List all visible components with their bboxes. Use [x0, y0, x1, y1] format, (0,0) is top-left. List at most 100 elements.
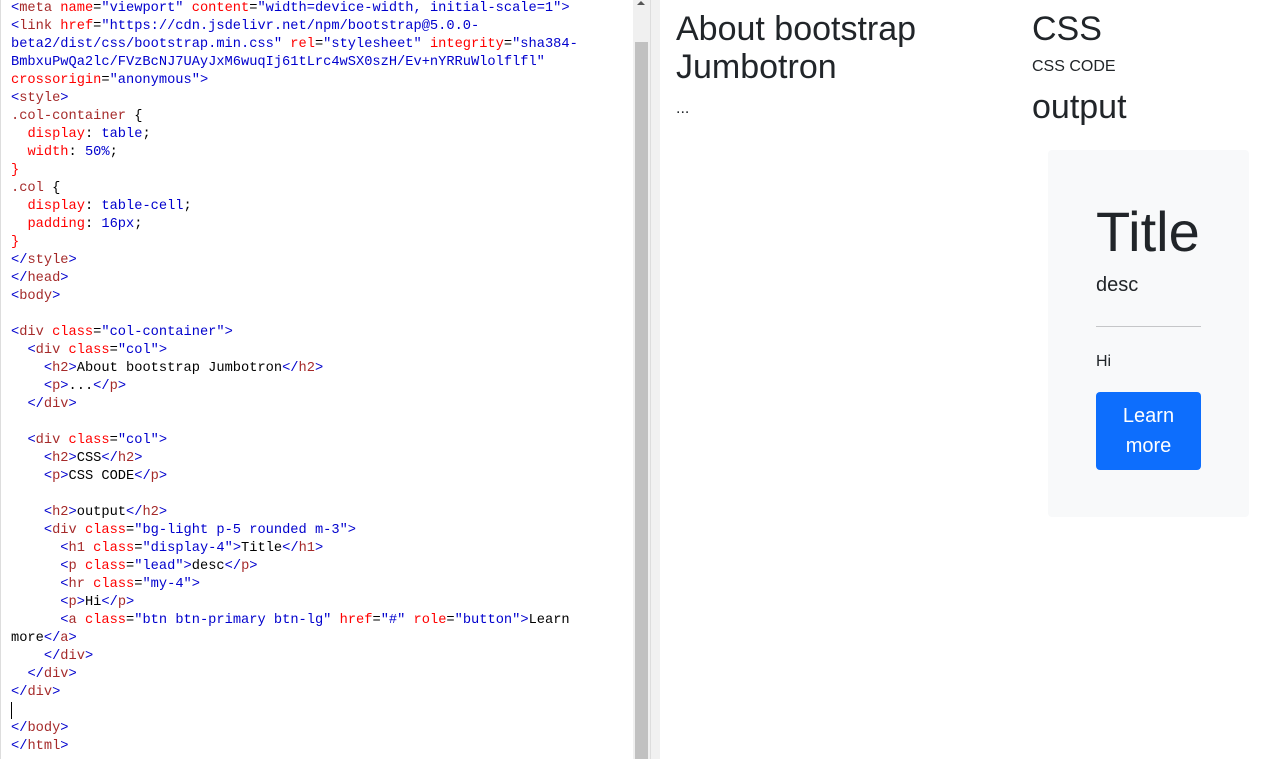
- learn-more-button[interactable]: Learn more: [1096, 392, 1201, 470]
- code-line[interactable]: .col-container {: [11, 108, 578, 126]
- code-line[interactable]: <h2>CSS</h2>: [11, 450, 578, 468]
- code-line[interactable]: <p class="lead">desc</p>: [11, 558, 578, 576]
- code-token: "#": [380, 613, 414, 628]
- code-line[interactable]: <style>: [11, 90, 578, 108]
- code-line[interactable]: [11, 702, 578, 720]
- code-line[interactable]: beta2/dist/css/bootstrap.min.css" rel="s…: [11, 36, 578, 54]
- code-line[interactable]: <meta name="viewport" content="width=dev…: [11, 0, 578, 18]
- code-line[interactable]: <h2>output</h2>: [11, 504, 578, 522]
- code-line[interactable]: </div>: [11, 396, 578, 414]
- code-line[interactable]: more</a>: [11, 630, 578, 648]
- code-line[interactable]: [11, 306, 578, 324]
- css-code-text: CSS CODE: [1032, 58, 1116, 75]
- code-token: div: [52, 523, 85, 538]
- code-token: >: [314, 361, 324, 376]
- code-token: role: [413, 613, 447, 628]
- code-line[interactable]: <p>Hi</p>: [11, 594, 578, 612]
- css-heading: CSS: [1032, 10, 1102, 48]
- text-cursor: [11, 702, 12, 719]
- code-line[interactable]: <div class="col-container">: [11, 324, 578, 342]
- code-line[interactable]: </div>: [11, 666, 578, 684]
- code-token: BmbxuPwQa2lc/FVzBcNJ7UAyJxM6wuqIj61tLrc4…: [11, 55, 545, 70]
- code-token: "stylesheet": [323, 37, 430, 52]
- code-token: div: [43, 667, 69, 682]
- code-token: style: [19, 91, 61, 106]
- code-token: >: [199, 73, 209, 88]
- code-line[interactable]: <body>: [11, 288, 578, 306]
- scrollbar-thumb[interactable]: [635, 42, 648, 759]
- code-line[interactable]: display: table-cell;: [11, 198, 578, 216]
- code-line[interactable]: <h2>About bootstrap Jumbotron</h2>: [11, 360, 578, 378]
- code-line[interactable]: </body>: [11, 720, 578, 738]
- code-editor[interactable]: <meta name="viewport" content="width=dev…: [0, 0, 634, 759]
- code-token: </: [101, 451, 118, 466]
- code-line[interactable]: <p>...</p>: [11, 378, 578, 396]
- code-line[interactable]: <div class="bg-light p-5 rounded m-3">: [11, 522, 578, 540]
- code-token: .col-container: [11, 109, 135, 124]
- code-line[interactable]: .col {: [11, 180, 578, 198]
- code-line[interactable]: <p>CSS CODE</p>: [11, 468, 578, 486]
- code-line[interactable]: [11, 414, 578, 432]
- code-line[interactable]: padding: 16px;: [11, 216, 578, 234]
- code-line[interactable]: </div>: [11, 684, 578, 702]
- code-line[interactable]: display: table;: [11, 126, 578, 144]
- code-line[interactable]: <div class="col">: [11, 342, 578, 360]
- code-token: p: [150, 469, 159, 484]
- code-token: >: [158, 433, 168, 448]
- code-token: div: [19, 325, 53, 340]
- code-token: "width=device-width, initial-scale=1": [257, 1, 562, 16]
- code-line[interactable]: </style>: [11, 252, 578, 270]
- code-token: class: [84, 559, 127, 574]
- horizontal-rule: [1096, 326, 1201, 327]
- code-line[interactable]: <hr class="my-4">: [11, 576, 578, 594]
- code-line[interactable]: </html>: [11, 738, 578, 756]
- code-token: href: [60, 19, 94, 34]
- code-token: p: [68, 595, 77, 610]
- code-line[interactable]: crossorigin="anonymous">: [11, 72, 578, 90]
- code-token: desc: [191, 559, 225, 574]
- code-token: Learn: [528, 613, 570, 628]
- code-line[interactable]: </head>: [11, 270, 578, 288]
- code-token: <: [43, 469, 53, 484]
- code-line[interactable]: <link href="https://cdn.jsdelivr.net/npm…: [11, 18, 578, 36]
- code-token: <: [11, 325, 20, 340]
- code-token: <: [60, 613, 69, 628]
- code-line[interactable]: <h1 class="display-4">Title</h1>: [11, 540, 578, 558]
- code-token: beta2/dist/css/bootstrap.min.css": [11, 37, 291, 52]
- code-line[interactable]: }: [11, 162, 578, 180]
- code-token: display: [27, 127, 85, 142]
- code-content[interactable]: <meta name="viewport" content="width=dev…: [11, 0, 578, 756]
- code-token: div: [60, 649, 85, 664]
- code-token: <: [60, 577, 69, 592]
- code-token: </: [126, 505, 143, 520]
- code-token: <: [11, 289, 20, 304]
- code-token: =: [372, 613, 381, 628]
- code-line[interactable]: </div>: [11, 648, 578, 666]
- code-line[interactable]: <a class="btn btn-primary btn-lg" href="…: [11, 612, 578, 630]
- code-line[interactable]: }: [11, 234, 578, 252]
- code-token: =: [503, 37, 513, 52]
- code-token: "display-4": [142, 541, 233, 556]
- code-token: integrity: [429, 37, 504, 52]
- scroll-up-arrow-icon[interactable]: [637, 1, 645, 5]
- code-line[interactable]: width: 50%;: [11, 144, 578, 162]
- code-token: href: [339, 613, 373, 628]
- code-token: >: [224, 325, 233, 340]
- code-token: </: [11, 271, 28, 286]
- code-token: </: [282, 541, 299, 556]
- code-line[interactable]: BmbxuPwQa2lc/FVzBcNJ7UAyJxM6wuqIj61tLrc4…: [11, 54, 578, 72]
- code-token: </: [43, 631, 61, 646]
- code-line[interactable]: <div class="col">: [11, 432, 578, 450]
- code-token: div: [27, 685, 53, 700]
- code-token: "viewport": [101, 1, 192, 16]
- pane-resize-divider[interactable]: [650, 0, 660, 759]
- editor-scrollbar[interactable]: [633, 0, 650, 759]
- code-token: <: [43, 505, 53, 520]
- code-line[interactable]: [11, 486, 578, 504]
- code-token: name: [60, 1, 94, 16]
- code-token: "my-4": [142, 577, 192, 592]
- code-token: =: [446, 613, 455, 628]
